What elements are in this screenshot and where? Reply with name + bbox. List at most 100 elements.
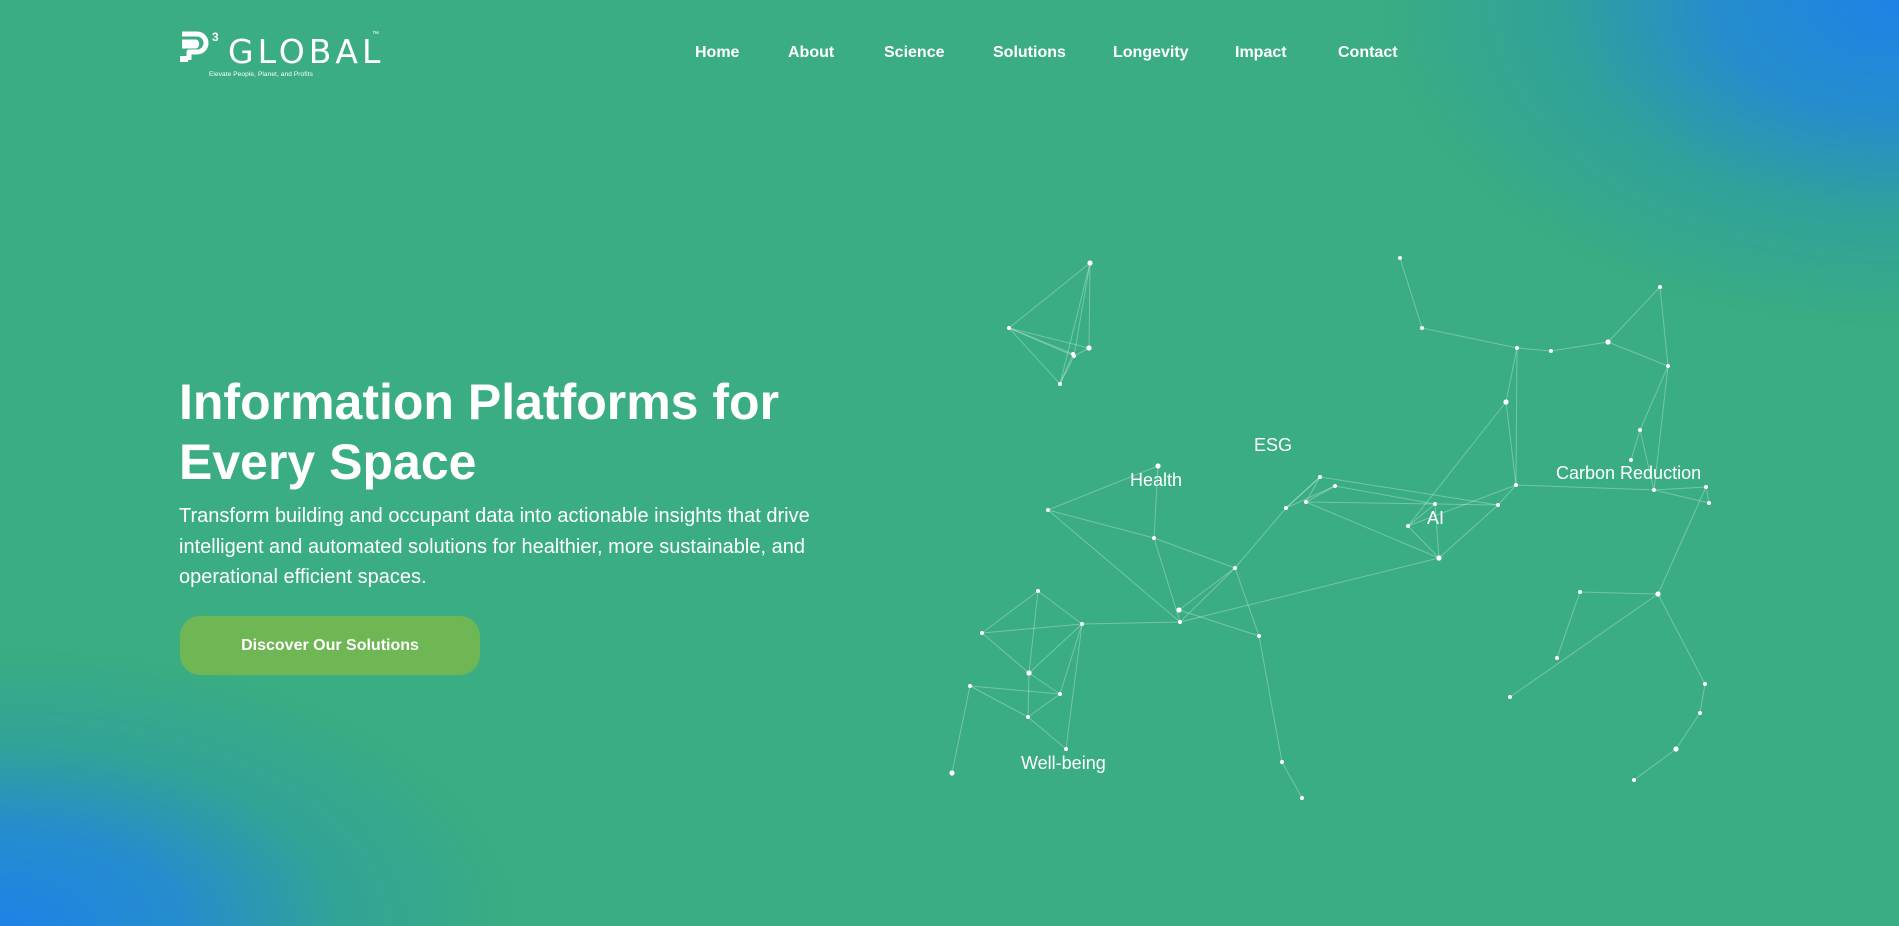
network-edge xyxy=(981,623,1083,634)
network-node xyxy=(1496,503,1500,507)
network-edge xyxy=(1028,672,1061,695)
network-node xyxy=(1673,746,1679,752)
network-node xyxy=(1086,345,1092,351)
network-edge xyxy=(1319,476,1499,506)
network-edge xyxy=(1657,593,1706,685)
logo[interactable]: 3 GLOBAL ™ Elevate People, Planet, and P… xyxy=(179,30,389,80)
network-node xyxy=(1080,622,1084,626)
network-edge xyxy=(1505,347,1518,403)
network-edge xyxy=(1179,567,1236,623)
network-node xyxy=(1514,483,1518,487)
nav-contact[interactable]: Contact xyxy=(1338,44,1398,62)
network-edge xyxy=(1081,621,1181,625)
hero-subtitle: Transform building and occupant data int… xyxy=(179,505,810,588)
network-node xyxy=(1655,591,1661,597)
logo-tagline: Elevate People, Planet, and Profits xyxy=(209,71,313,78)
network-edge xyxy=(1639,365,1669,431)
network-node xyxy=(1233,566,1237,570)
nav-impact[interactable]: Impact xyxy=(1235,44,1287,62)
network-edge xyxy=(1630,429,1641,461)
network-node xyxy=(1436,555,1442,561)
network-node xyxy=(1300,796,1304,800)
hero-title: Information Platforms for Every Space xyxy=(179,374,780,490)
network-edge xyxy=(1059,355,1075,385)
network-edge xyxy=(1234,507,1287,569)
nav-solutions[interactable]: Solutions xyxy=(993,44,1066,62)
network-node xyxy=(1036,589,1040,593)
network-node xyxy=(1666,364,1670,368)
network-node xyxy=(1578,590,1582,594)
network-node xyxy=(1007,326,1011,330)
network-edge xyxy=(1653,486,1707,491)
network-edge xyxy=(1178,609,1260,637)
network-edge xyxy=(981,590,1039,634)
network-node xyxy=(1515,346,1519,350)
network-edge xyxy=(1258,635,1283,763)
network-node xyxy=(1155,463,1161,469)
logo-mark-icon xyxy=(180,31,209,62)
network-edge xyxy=(1607,286,1661,343)
network-node xyxy=(1072,354,1076,358)
network-node xyxy=(1605,339,1611,345)
network-edge xyxy=(1421,327,1518,349)
network-edge xyxy=(1178,567,1236,611)
network-node xyxy=(1058,382,1062,386)
network-node xyxy=(1058,692,1062,696)
network-edge xyxy=(1281,761,1303,799)
network-node xyxy=(1632,778,1636,782)
logo-trademark: ™ xyxy=(372,31,379,38)
network-edge xyxy=(1305,501,1440,559)
network-edge xyxy=(1653,489,1710,504)
network-edge xyxy=(1027,672,1030,718)
nav-longevity[interactable]: Longevity xyxy=(1113,44,1189,62)
network-node xyxy=(1087,260,1093,266)
nav-science[interactable]: Science xyxy=(884,44,944,62)
network-node xyxy=(968,684,972,688)
network-edge xyxy=(1088,262,1091,349)
nav-home[interactable]: Home xyxy=(695,44,739,62)
network-node xyxy=(1152,536,1156,540)
network-node xyxy=(1658,285,1662,289)
network-node xyxy=(1046,508,1050,512)
network-edge xyxy=(1028,590,1039,674)
network-edge xyxy=(1037,590,1083,625)
network-edge xyxy=(1516,347,1552,352)
network-edge xyxy=(1047,509,1181,623)
network-node xyxy=(1707,501,1711,505)
network-node xyxy=(1257,634,1261,638)
network-node xyxy=(1304,500,1308,504)
network-edge xyxy=(1027,693,1061,718)
network-label-ai: AI xyxy=(1427,508,1445,528)
network-node xyxy=(1704,485,1708,489)
network-node xyxy=(1433,502,1437,506)
network-edge xyxy=(1556,591,1581,659)
network-edge xyxy=(1699,683,1706,714)
network-edge xyxy=(1234,567,1260,637)
network-edge xyxy=(1515,484,1655,491)
network-node xyxy=(1333,484,1337,488)
network-edge xyxy=(1657,486,1707,595)
network-edge xyxy=(1008,262,1091,329)
network-node xyxy=(1420,326,1424,330)
network-edge xyxy=(1305,501,1436,505)
network-node xyxy=(1178,620,1182,624)
network-edge xyxy=(981,632,1030,674)
network-node xyxy=(1549,349,1553,353)
network-edge xyxy=(1027,716,1067,750)
network-node xyxy=(1280,760,1284,764)
nav-about[interactable]: About xyxy=(788,44,834,62)
network-edge xyxy=(1550,341,1609,352)
network-edge xyxy=(1285,485,1336,509)
network-edge xyxy=(1059,262,1091,385)
network-edge xyxy=(1179,557,1440,623)
network-node xyxy=(1026,715,1030,719)
network-node xyxy=(1703,682,1707,686)
discover-solutions-button[interactable]: Discover Our Solutions xyxy=(180,616,480,675)
network-edge xyxy=(1008,327,1061,385)
network-node xyxy=(1503,399,1509,405)
network-edge xyxy=(1607,341,1669,367)
network-node xyxy=(1652,488,1656,492)
network-edge xyxy=(1705,486,1710,504)
network-edge xyxy=(1399,257,1423,329)
network-node xyxy=(1698,711,1702,715)
